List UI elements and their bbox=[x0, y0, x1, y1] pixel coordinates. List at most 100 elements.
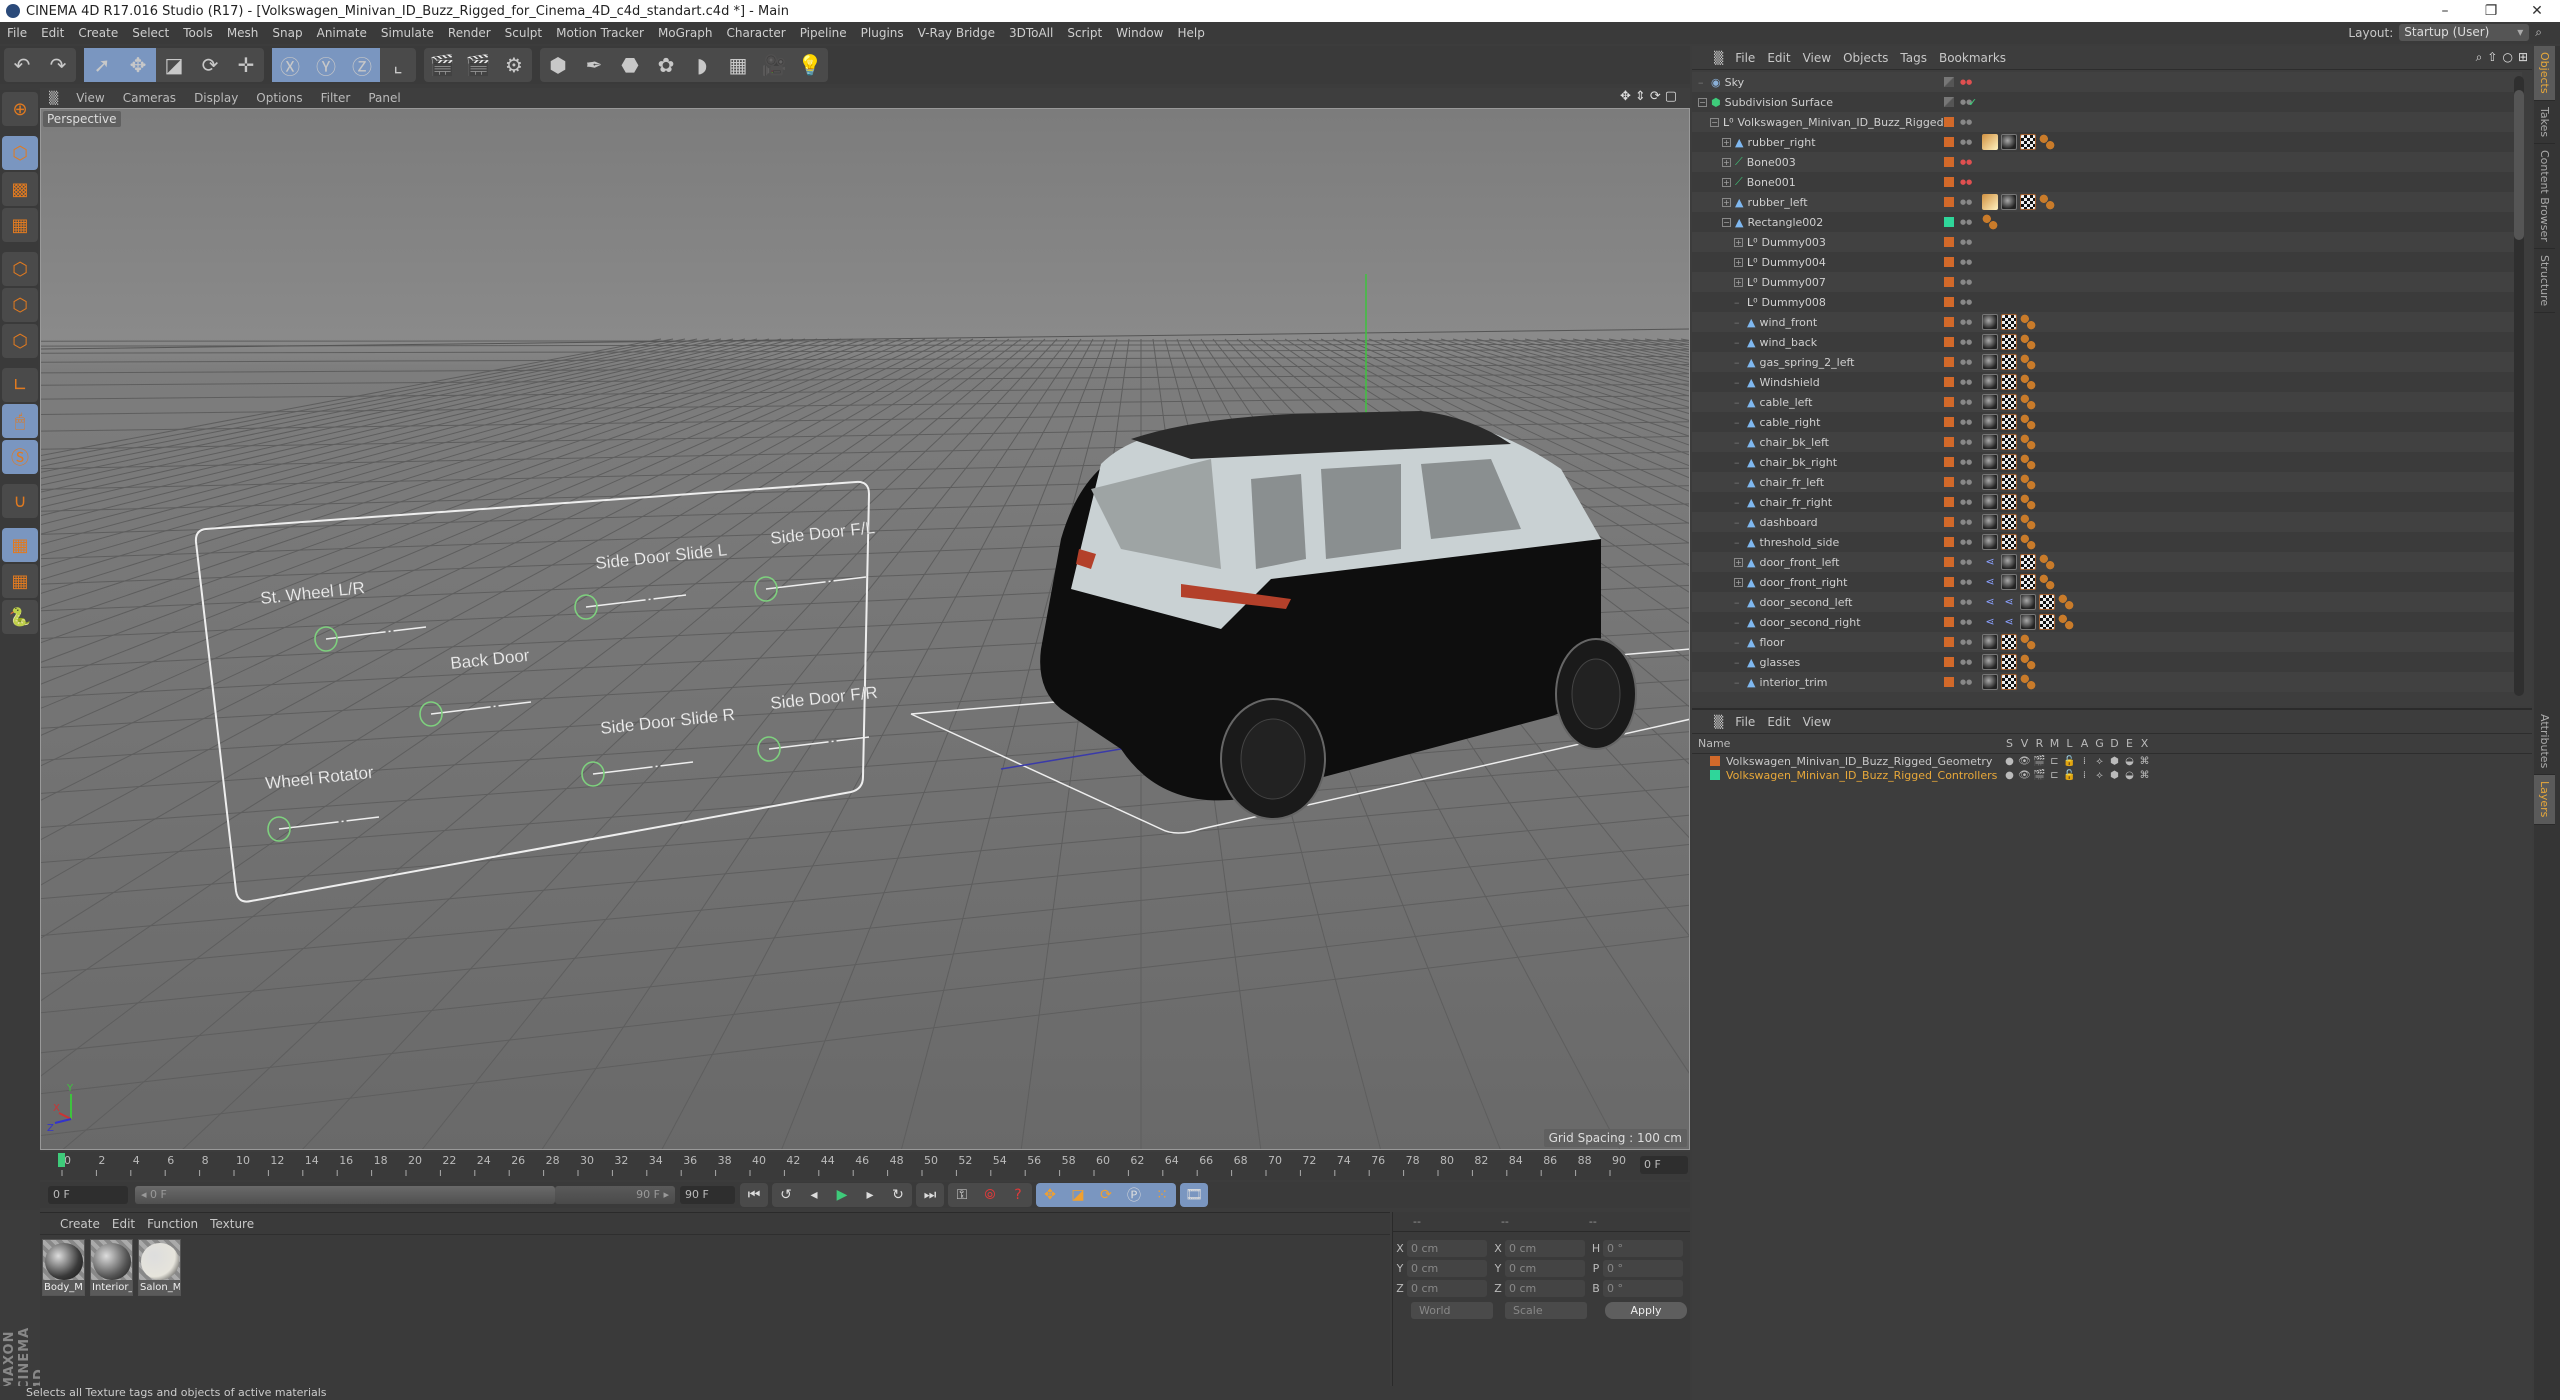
ik-tag-icon[interactable]: ⋖ bbox=[2001, 594, 2017, 610]
viewport-perspective[interactable]: St. Wheel L/R Back Door Wheel Rotator Side … bbox=[40, 108, 1690, 1150]
material-tag-icon[interactable] bbox=[1982, 454, 1998, 470]
uvw-tag-icon[interactable] bbox=[2001, 494, 2017, 510]
object-row[interactable]: – ▲ wind_front ●● bbox=[1692, 312, 2522, 332]
visibility-dots[interactable]: ●● bbox=[1960, 298, 1972, 305]
expand-icon[interactable]: + bbox=[1722, 177, 1731, 187]
uvw-tag-icon[interactable] bbox=[2001, 334, 2017, 350]
object-name[interactable]: door_second_left bbox=[1759, 596, 1852, 609]
layer-color-swatch[interactable] bbox=[1944, 257, 1954, 267]
collapse-icon[interactable]: − bbox=[1722, 217, 1731, 227]
visibility-dots[interactable]: ●● bbox=[1960, 118, 1972, 125]
autokey-icon[interactable]: ⦾ bbox=[976, 1183, 1004, 1207]
panel-grip-icon[interactable]: ▒ bbox=[40, 91, 67, 105]
phong-tag-icon[interactable] bbox=[2058, 614, 2074, 630]
object-name[interactable]: Rectangle002 bbox=[1747, 216, 1823, 229]
material-tag-icon[interactable] bbox=[1982, 514, 1998, 530]
next-key-icon[interactable]: ↻ bbox=[884, 1183, 912, 1207]
layer-color-swatch[interactable] bbox=[1944, 457, 1954, 467]
object-row[interactable]: − L⁰ Volkswagen_Minivan_ID_Buzz_Rigged ●● bbox=[1692, 112, 2522, 132]
phong-tag-icon[interactable] bbox=[2020, 494, 2036, 510]
object-name[interactable]: door_second_right bbox=[1759, 616, 1860, 629]
viewport-menu-cameras[interactable]: Cameras bbox=[114, 91, 185, 105]
menu-snap[interactable]: Snap bbox=[265, 26, 309, 40]
edges-mode-icon[interactable]: ⬡ bbox=[2, 288, 38, 322]
phong-tag-icon[interactable] bbox=[2020, 354, 2036, 370]
layer-color-swatch[interactable] bbox=[1944, 417, 1954, 427]
layer-name[interactable]: Volkswagen_Minivan_ID_Buzz_Rigged_Contro… bbox=[1726, 769, 1997, 782]
visibility-dots[interactable]: ●● bbox=[1960, 618, 1972, 625]
visibility-dots[interactable]: ●● bbox=[1960, 638, 1972, 645]
viewport-menu-filter[interactable]: Filter bbox=[312, 91, 360, 105]
visibility-dots[interactable]: ●● bbox=[1960, 478, 1972, 485]
object-name[interactable]: rubber_right bbox=[1747, 136, 1815, 149]
expand-icon[interactable]: + bbox=[1734, 257, 1743, 267]
column-flag-r[interactable]: R bbox=[2032, 737, 2047, 750]
uvw-tag-icon[interactable] bbox=[2001, 474, 2017, 490]
object-row[interactable]: – ▲ dashboard ●● bbox=[1692, 512, 2522, 532]
layer-flag-d-icon[interactable]: ⬢ bbox=[2107, 756, 2122, 767]
object-row[interactable]: + L⁰ Dummy003 ●● bbox=[1692, 232, 2522, 252]
column-flag-m[interactable]: M bbox=[2047, 737, 2062, 750]
phong-tag-icon[interactable] bbox=[2020, 474, 2036, 490]
lock-workplane-icon[interactable]: ▦ bbox=[2, 528, 38, 562]
uvw-tag-icon[interactable] bbox=[2001, 674, 2017, 690]
compositing-tag-icon[interactable] bbox=[1982, 134, 1998, 150]
visibility-dots[interactable]: ●● bbox=[1960, 278, 1972, 285]
layer-color-swatch[interactable] bbox=[1944, 557, 1954, 567]
expand-icon[interactable]: + bbox=[1722, 137, 1731, 147]
y-axis-icon[interactable]: Ⓨ bbox=[308, 48, 344, 82]
layer-color-swatch[interactable] bbox=[1944, 297, 1954, 307]
uvw-tag-icon[interactable] bbox=[2001, 314, 2017, 330]
visibility-dots[interactable]: ●● bbox=[1960, 378, 1972, 385]
column-flag-l[interactable]: L bbox=[2062, 737, 2077, 750]
object-name[interactable]: Dummy003 bbox=[1762, 236, 1826, 249]
uvw-tag-icon[interactable] bbox=[2001, 414, 2017, 430]
maximize-button[interactable]: ❐ bbox=[2468, 0, 2514, 22]
object-menu-view[interactable]: View bbox=[1797, 51, 1837, 65]
uvw-tag-icon[interactable] bbox=[2001, 514, 2017, 530]
material-tag-icon[interactable] bbox=[1982, 674, 1998, 690]
snap-icon[interactable]: ∪ bbox=[2, 484, 38, 518]
layer-color-swatch[interactable] bbox=[1944, 117, 1954, 127]
material-tag-icon[interactable] bbox=[1982, 534, 1998, 550]
render-picture-viewer-icon[interactable]: 🎬 bbox=[460, 48, 496, 82]
visibility-dots[interactable]: ●● bbox=[1960, 98, 1972, 105]
key-scale-icon[interactable]: ◪ bbox=[1064, 1183, 1092, 1207]
layer-color-swatch[interactable] bbox=[1944, 517, 1954, 527]
workplane-grid-icon[interactable]: ▦ bbox=[2, 208, 38, 242]
object-row[interactable]: + ⟋ Bone001 ●● bbox=[1692, 172, 2522, 192]
viewport-menu-panel[interactable]: Panel bbox=[359, 91, 409, 105]
visibility-dots[interactable]: ●● bbox=[1960, 238, 1972, 245]
model-mode-icon[interactable]: ⬡ bbox=[2, 136, 38, 170]
object-name[interactable]: Bone003 bbox=[1747, 156, 1796, 169]
layer-flag-g-icon[interactable]: ⟡ bbox=[2092, 756, 2107, 767]
tab-attributes[interactable]: Attributes bbox=[2534, 708, 2555, 776]
uvw-tag-icon[interactable] bbox=[2001, 634, 2017, 650]
object-menu-file[interactable]: File bbox=[1729, 51, 1761, 65]
object-row[interactable]: – ▲ chair_fr_right ●● bbox=[1692, 492, 2522, 512]
layer-flag-l-icon[interactable]: 🔓 bbox=[2062, 756, 2077, 767]
object-row[interactable]: – ▲ chair_fr_left ●● bbox=[1692, 472, 2522, 492]
visibility-dots[interactable]: ●● bbox=[1960, 598, 1972, 605]
column-flag-g[interactable]: G bbox=[2092, 737, 2107, 750]
axis-mode-icon[interactable]: ∟ bbox=[2, 368, 38, 402]
object-name[interactable]: cable_left bbox=[1759, 396, 1812, 409]
light-icon[interactable]: 💡 bbox=[792, 48, 828, 82]
tab-takes[interactable]: Takes bbox=[2534, 101, 2555, 144]
object-name[interactable]: floor bbox=[1759, 636, 1784, 649]
object-name[interactable]: door_front_right bbox=[1759, 576, 1847, 589]
redo-icon[interactable]: ↷ bbox=[40, 48, 76, 82]
key-pla-icon[interactable]: ⁙ bbox=[1148, 1183, 1176, 1207]
phong-tag-icon[interactable] bbox=[2020, 314, 2036, 330]
object-menu-tags[interactable]: Tags bbox=[1894, 51, 1933, 65]
undo-icon[interactable]: ↶ bbox=[4, 48, 40, 82]
object-row[interactable]: – ▲ cable_right ●● bbox=[1692, 412, 2522, 432]
object-name[interactable]: chair_fr_right bbox=[1759, 496, 1832, 509]
material-item[interactable]: Body_M bbox=[42, 1239, 85, 1296]
object-name[interactable]: interior_trim bbox=[1759, 676, 1827, 689]
menu-sculpt[interactable]: Sculpt bbox=[498, 26, 549, 40]
phong-tag-icon[interactable] bbox=[2020, 454, 2036, 470]
layer-menu-view[interactable]: View bbox=[1797, 715, 1837, 729]
tab-objects[interactable]: Objects bbox=[2534, 46, 2555, 101]
visibility-dots[interactable]: ●● bbox=[1960, 218, 1972, 225]
